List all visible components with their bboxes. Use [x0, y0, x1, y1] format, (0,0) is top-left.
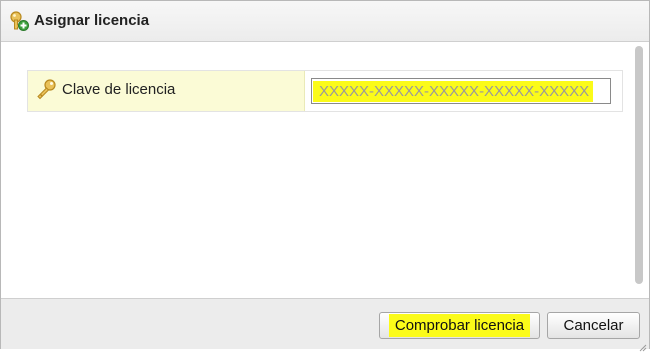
license-key-label-cell: Clave de licencia — [28, 71, 305, 111]
dialog-titlebar[interactable]: Asignar licencia — [1, 1, 649, 42]
license-key-input[interactable]: XXXXX-XXXXX-XXXXX-XXXXX-XXXXX — [311, 78, 611, 104]
check-license-label: Comprobar licencia — [388, 314, 531, 337]
key-icon — [36, 78, 58, 100]
license-key-value: XXXXX-XXXXX-XXXXX-XXXXX-XXXXX — [313, 81, 593, 102]
resize-grip-icon[interactable] — [639, 339, 647, 352]
assign-license-dialog: Asignar licencia Clave de licencia XXXXX… — [0, 0, 650, 352]
license-key-label: Clave de licencia — [62, 81, 176, 98]
scrollbar-thumb[interactable] — [635, 46, 643, 284]
vertical-scrollbar[interactable] — [631, 42, 649, 298]
dialog-title: Asignar licencia — [34, 12, 150, 29]
dialog-content: Clave de licencia XXXXX-XXXXX-XXXXX-XXXX… — [1, 42, 649, 298]
key-add-icon — [8, 10, 30, 32]
dialog-footer: Comprobar licencia Cancelar — [1, 298, 649, 352]
check-license-button[interactable]: Comprobar licencia — [379, 312, 540, 339]
license-key-row: Clave de licencia XXXXX-XXXXX-XXXXX-XXXX… — [27, 70, 623, 112]
cancel-button[interactable]: Cancelar — [547, 312, 640, 339]
